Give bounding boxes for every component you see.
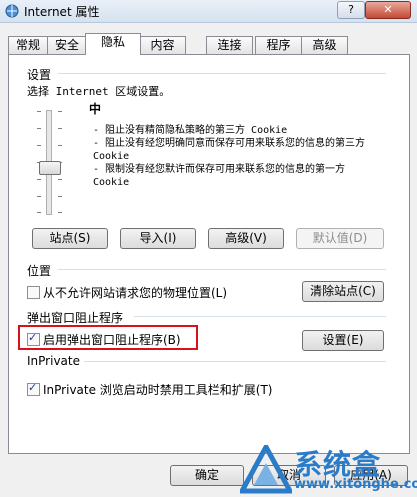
slider-thumb[interactable] bbox=[39, 161, 61, 175]
slider-tick bbox=[58, 128, 62, 129]
default-button[interactable]: 默认值(D) bbox=[296, 228, 384, 249]
close-button[interactable]: ✕ bbox=[365, 1, 411, 19]
internet-options-icon bbox=[5, 4, 19, 18]
privacy-level: 中 bbox=[89, 102, 102, 116]
slider-tick bbox=[58, 212, 62, 213]
never-allow-location-checkbox[interactable] bbox=[27, 286, 40, 299]
import-button[interactable]: 导入(I) bbox=[120, 228, 196, 249]
advanced-button[interactable]: 高级(V) bbox=[208, 228, 284, 249]
tab-advanced[interactable]: 高级 bbox=[301, 36, 348, 54]
title-bar: Internet 属性 ? ✕ bbox=[0, 0, 417, 23]
slider-tick bbox=[37, 111, 41, 112]
inprivate-toolbars-checkbox[interactable] bbox=[27, 381, 40, 396]
slider-tick bbox=[58, 145, 62, 146]
popup-divider bbox=[134, 316, 386, 317]
inprivate-divider bbox=[84, 361, 386, 362]
internet-properties-window: Internet 属性 ? ✕ 常规 安全 隐私 内容 连接 程序 高级 设置 … bbox=[0, 0, 417, 497]
inprivate-toolbars-label[interactable]: InPrivate 浏览启动时禁用工具栏和扩展(T) bbox=[43, 381, 273, 398]
tab-general[interactable]: 常规 bbox=[8, 36, 48, 54]
never-allow-location-label[interactable]: 从不允许网站请求您的物理位置(L) bbox=[43, 284, 227, 301]
tab-content[interactable]: 内容 bbox=[139, 36, 186, 54]
privacy-desc-3: - 限制没有经您默许而保存可用来联系您的信息的第一方 Cookie bbox=[93, 164, 346, 188]
slider-tick bbox=[37, 196, 41, 197]
settings-group-title: 设置 bbox=[27, 68, 52, 82]
ok-button[interactable]: 确定 bbox=[170, 465, 244, 486]
slider-tick bbox=[58, 196, 62, 197]
popup-group-title: 弹出窗口阻止程序 bbox=[27, 311, 124, 325]
tab-connections[interactable]: 连接 bbox=[206, 36, 253, 54]
sites-button[interactable]: 站点(S) bbox=[32, 228, 108, 249]
privacy-desc-1: - 阻止没有精简隐私策略的第三方 Cookie bbox=[93, 125, 288, 136]
slider-tick bbox=[37, 179, 41, 180]
clear-sites-button[interactable]: 清除站点(C) bbox=[302, 281, 384, 302]
tab-programs[interactable]: 程序 bbox=[255, 36, 302, 54]
window-title: Internet 属性 bbox=[24, 5, 100, 19]
tab-security[interactable]: 安全 bbox=[47, 36, 87, 54]
slider-tick bbox=[37, 128, 41, 129]
popup-settings-button[interactable]: 设置(E) bbox=[302, 330, 384, 351]
zone-instruction: 选择 Internet 区域设置。 bbox=[27, 85, 171, 98]
slider-tick bbox=[58, 179, 62, 180]
slider-tick bbox=[37, 212, 41, 213]
inprivate-group-title: InPrivate bbox=[27, 354, 80, 368]
tab-privacy[interactable]: 隐私 bbox=[85, 33, 141, 55]
slider-tick bbox=[37, 145, 41, 146]
watermark: 系统盒 www.xitonghe.com bbox=[240, 445, 417, 497]
settings-divider bbox=[58, 73, 386, 74]
annotation-highlight bbox=[18, 325, 198, 350]
location-divider bbox=[58, 269, 386, 270]
location-group-title: 位置 bbox=[27, 264, 52, 278]
help-button[interactable]: ? bbox=[337, 1, 365, 19]
watermark-url: www.xitonghe.com bbox=[294, 477, 417, 492]
brand-logo-icon bbox=[240, 445, 292, 494]
slider-tick bbox=[58, 111, 62, 112]
privacy-desc-2: - 阻止没有经您明确同意而保存可用来联系您的信息的第三方 Cookie bbox=[93, 138, 366, 162]
